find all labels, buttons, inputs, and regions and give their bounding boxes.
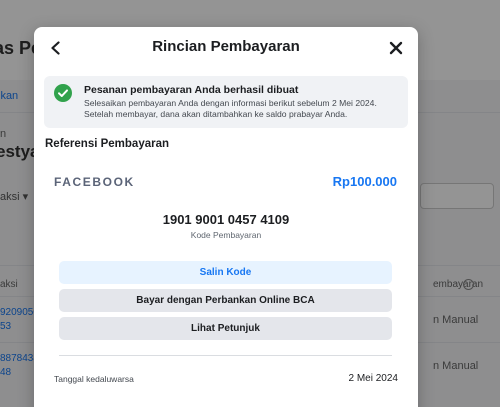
close-icon xyxy=(389,41,403,55)
divider xyxy=(59,355,392,356)
payment-code: 1901 9001 0457 4109 xyxy=(162,212,290,227)
payment-details-modal: Rincian Pembayaran Pesanan pembayaran An… xyxy=(34,27,418,407)
bca-online-banking-button[interactable]: Bayar dengan Perbankan Online BCA xyxy=(59,289,392,312)
modal-title: Rincian Pembayaran xyxy=(152,38,300,55)
copy-code-button[interactable]: Salin Kode xyxy=(59,261,392,284)
close-button[interactable] xyxy=(384,36,408,60)
alert-title: Pesanan pembayaran Anda berhasil dibuat xyxy=(84,84,299,96)
view-instructions-button[interactable]: Lihat Petunjuk xyxy=(59,317,392,340)
success-alert: Pesanan pembayaran Anda berhasil dibuat … xyxy=(44,76,408,128)
expiry-value: 2 Mei 2024 xyxy=(348,373,398,384)
alert-body: Selesaikan pembayaran Anda dengan inform… xyxy=(84,98,377,119)
modal-header: Rincian Pembayaran xyxy=(34,27,418,67)
check-circle-icon xyxy=(54,84,72,102)
section-title: Referensi Pembayaran xyxy=(45,138,170,150)
facebook-wordmark: FACEBOOK xyxy=(54,175,135,189)
payment-amount: Rp100.000 xyxy=(332,174,397,189)
payment-code-label: Kode Pembayaran xyxy=(190,230,262,240)
expiry-label: Tanggal kedaluwarsa xyxy=(54,374,134,384)
